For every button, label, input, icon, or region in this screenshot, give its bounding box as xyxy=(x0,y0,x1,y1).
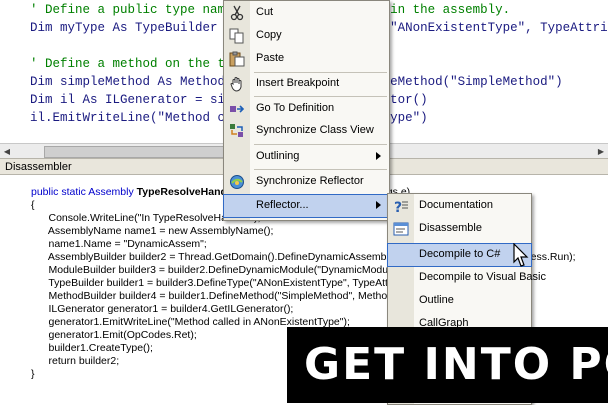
menu-item-copy[interactable]: Copy xyxy=(224,25,389,47)
disasm-line: { xyxy=(31,199,35,211)
disasm-line: ModuleBuilder builder3 = builder2.Define… xyxy=(31,264,407,276)
menu-item-reflector[interactable]: Reflector... xyxy=(223,194,390,218)
scroll-right-icon[interactable]: ▶ xyxy=(594,144,608,159)
copy-icon xyxy=(229,28,245,44)
menu-item-label: Reflector... xyxy=(256,199,309,211)
submenu-item-decompile-vb[interactable]: Decompile to Visual Basic xyxy=(388,267,546,289)
menu-item-synchronize-class-view[interactable]: Synchronize Class View xyxy=(224,120,389,142)
menu-item-paste[interactable]: Paste xyxy=(224,48,389,70)
hand-icon xyxy=(229,76,245,92)
goto-definition-icon xyxy=(229,101,245,117)
menu-item-outlining[interactable]: Outlining xyxy=(224,146,389,168)
submenu-item-label: Disassemble xyxy=(419,222,482,234)
submenu-arrow-icon xyxy=(376,152,381,160)
signature-token: public static xyxy=(31,186,89,198)
watermark-text: GET INTO PC xyxy=(304,339,608,390)
paste-icon xyxy=(229,51,245,67)
menu-item-go-to-definition[interactable]: Go To Definition xyxy=(224,98,389,120)
submenu-item-documentation[interactable]: ? Documentation xyxy=(388,195,531,217)
menu-item-label: Cut xyxy=(256,6,274,18)
menu-item-label: Outlining xyxy=(256,150,300,162)
submenu-item-decompile-csharp[interactable]: Decompile to C# xyxy=(387,243,532,267)
signature-token: Assembly xyxy=(88,186,137,198)
submenu-item-label: Outline xyxy=(419,294,454,306)
submenu-item-label: Decompile to Visual Basic xyxy=(419,271,546,283)
disasm-line: return builder2; xyxy=(31,355,120,367)
context-menu: Cut Copy Paste Insert Breakpoint Go To D… xyxy=(223,0,390,221)
disasm-line: generator1.Emit(OpCodes.Ret); xyxy=(31,329,197,341)
menu-separator xyxy=(254,144,387,145)
menu-item-insert-breakpoint[interactable]: Insert Breakpoint xyxy=(224,73,389,95)
submenu-item-outline[interactable]: Outline xyxy=(388,290,531,312)
scissors-icon xyxy=(229,5,245,21)
disasm-line: } xyxy=(31,368,35,380)
scrollbar-thumb[interactable] xyxy=(44,146,236,158)
menu-separator xyxy=(254,96,387,97)
menu-item-label: Synchronize Reflector xyxy=(256,175,364,187)
menu-item-label: Insert Breakpoint xyxy=(256,77,340,89)
menu-separator xyxy=(254,169,387,170)
disasm-line: AssemblyName name1 = new AssemblyName(); xyxy=(31,225,274,237)
disasm-line: name1.Name = "DynamicAssem"; xyxy=(31,238,207,250)
help-icon: ? xyxy=(393,198,409,216)
disasm-line: builder1.CreateType(); xyxy=(31,342,153,354)
submenu-item-label: Documentation xyxy=(419,199,493,211)
submenu-item-disassemble[interactable]: Disassemble xyxy=(388,218,531,240)
class-view-icon xyxy=(229,123,245,139)
reflector-icon xyxy=(229,174,245,190)
mouse-cursor-icon xyxy=(513,242,529,269)
menu-item-cut[interactable]: Cut xyxy=(224,2,389,24)
menu-item-label: Copy xyxy=(256,29,282,41)
menu-item-label: Synchronize Class View xyxy=(256,124,374,136)
menu-item-synchronize-reflector[interactable]: Synchronize Reflector xyxy=(224,171,389,193)
watermark: GET INTO PC xyxy=(287,327,608,403)
menu-item-label: Go To Definition xyxy=(256,102,335,114)
svg-text:?: ? xyxy=(394,200,402,214)
menu-item-label: Paste xyxy=(256,52,285,64)
disasm-line: ILGenerator generator1 = builder4.GetILG… xyxy=(31,303,294,315)
submenu-item-label: Decompile to C# xyxy=(419,248,501,260)
scroll-left-icon[interactable]: ◀ xyxy=(0,144,14,159)
submenu-arrow-icon xyxy=(376,201,381,209)
disassemble-icon xyxy=(393,221,409,237)
